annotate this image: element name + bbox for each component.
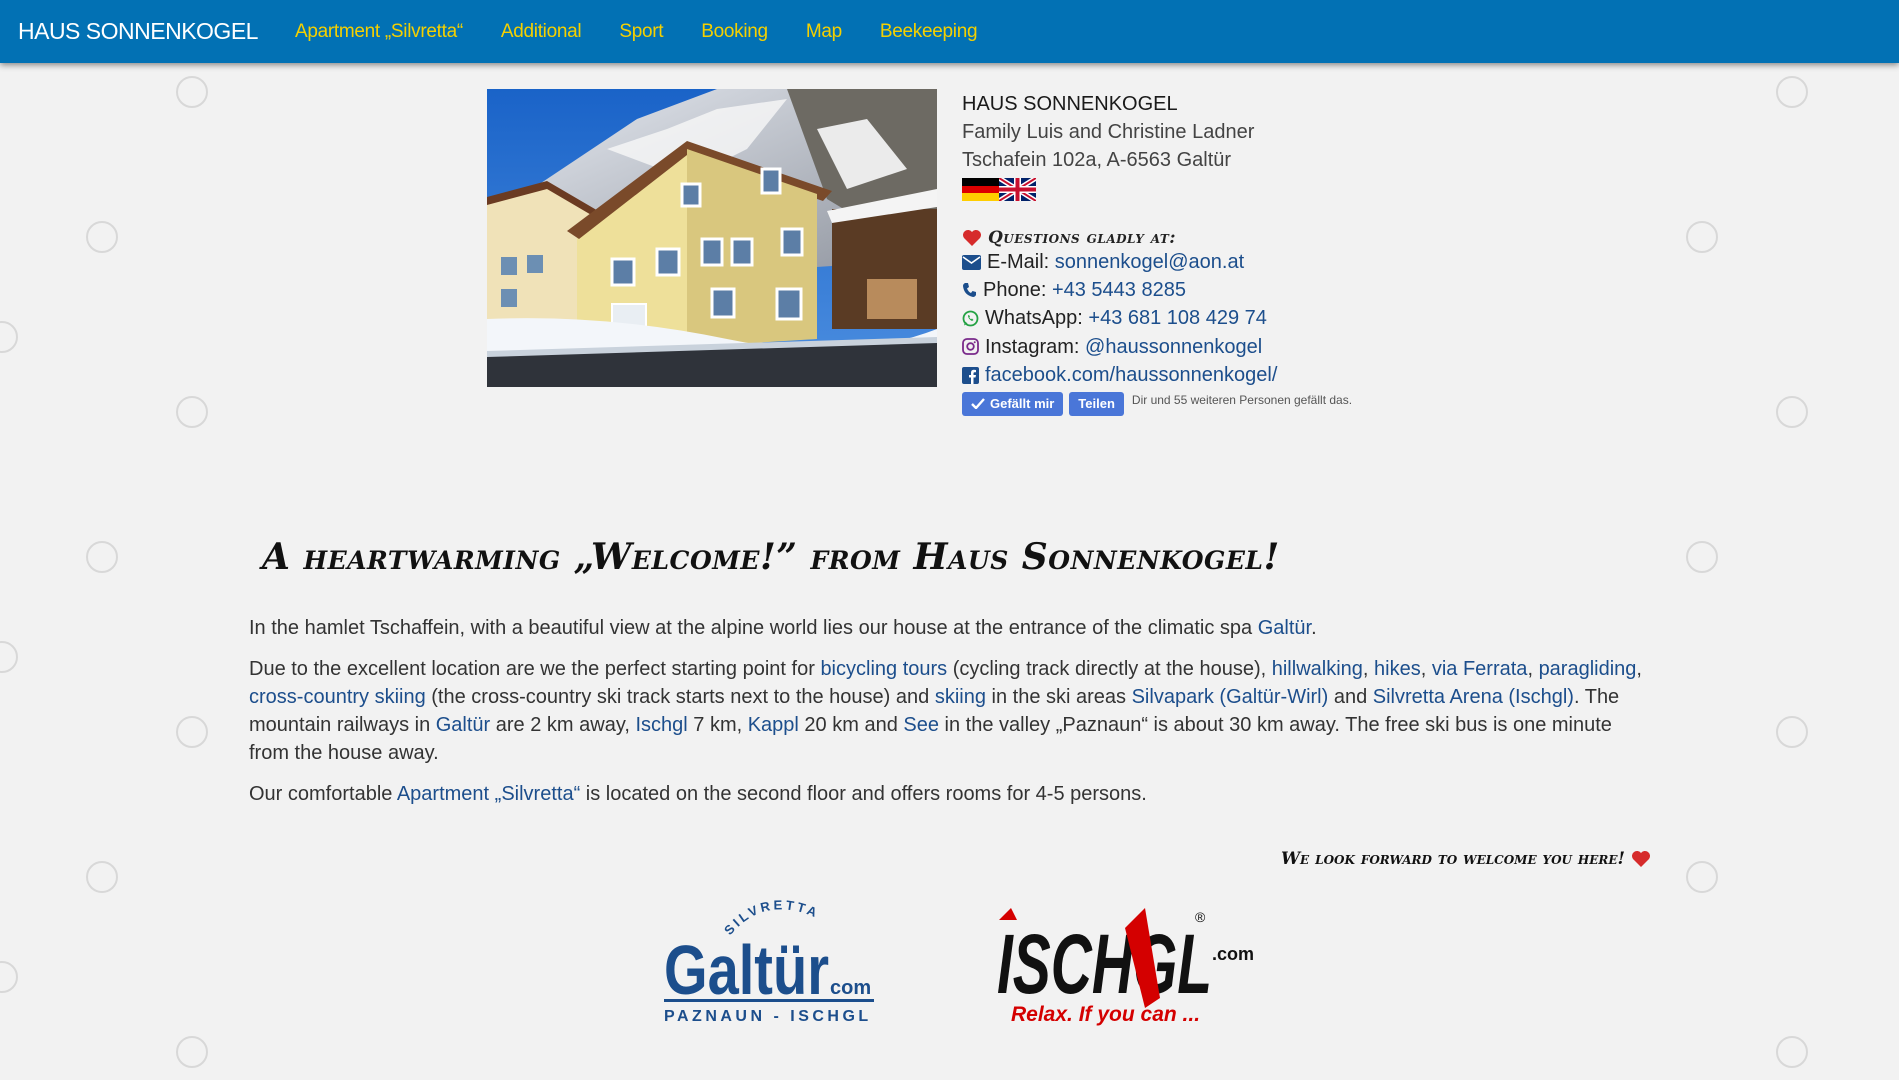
heart-icon <box>963 230 981 246</box>
email-row: E-Mail: sonnenkogel@aon.at <box>962 248 1244 276</box>
welcome-heading: A heartwarming „Welcome!” from Haus Sonn… <box>262 536 1280 578</box>
facebook-link[interactable]: facebook.com/haussonnenkogel/ <box>985 361 1277 389</box>
phone-icon <box>963 283 976 297</box>
facebook-icon <box>962 366 979 384</box>
email-link[interactable]: sonnenkogel@aon.at <box>1055 248 1244 276</box>
house-photo <box>487 89 937 387</box>
via-ferrata-link[interactable]: via Ferrata <box>1432 658 1528 680</box>
whatsapp-row: WhatsApp: +43 681 108 429 74 <box>962 304 1267 332</box>
ischgl-logo[interactable]: ISCHGL ® .com Relax. If you can ... <box>995 898 1260 1028</box>
nav-item-apartment[interactable]: Apartment „Silvretta“ <box>295 21 463 43</box>
svg-text:®: ® <box>1195 909 1206 925</box>
silvretta-arena-link[interactable]: Silvretta Arena (Ischgl) <box>1373 686 1574 708</box>
hikes-link[interactable]: hikes <box>1374 658 1421 680</box>
contact-address: Tschafein 102a, A-6563 Galtür <box>962 149 1232 171</box>
fb-like-count: Dir und 55 weiteren Personen gefällt das… <box>1131 392 1353 407</box>
galtur-railway-link[interactable]: Galtür <box>436 714 490 736</box>
whatsapp-link[interactable]: +43 681 108 429 74 <box>1088 304 1267 332</box>
svg-text:Galtür: Galtür <box>664 931 829 1009</box>
fb-share-button[interactable]: Teilen <box>1069 391 1124 416</box>
hillwalking-link[interactable]: hillwalking <box>1272 658 1363 680</box>
heart-icon <box>1632 851 1650 867</box>
language-flags <box>962 175 1402 203</box>
instagram-icon <box>962 338 979 355</box>
instagram-link[interactable]: @haussonnenkogel <box>1085 333 1262 361</box>
facebook-widget: Gefällt mir Teilen Dir und 55 weiteren P… <box>962 391 1402 416</box>
svg-text:PAZNAUN - ISCHGL: PAZNAUN - ISCHGL <box>664 1008 872 1025</box>
whatsapp-icon <box>962 310 979 326</box>
envelope-icon <box>962 254 981 270</box>
site-brand[interactable]: HAUS SONNENKOGEL <box>18 18 258 45</box>
lookforward-text: We look forward to welcome you here! <box>1281 849 1651 869</box>
svg-text:ISCHGL: ISCHGL <box>997 917 1212 1011</box>
contact-block: HAUS SONNENKOGEL Family Luis and Christi… <box>962 90 1402 416</box>
phone-row: Phone: +43 5443 8285 <box>962 276 1186 304</box>
kappl-link[interactable]: Kappl <box>748 714 799 736</box>
flag-en-icon[interactable] <box>997 175 1038 203</box>
navbar: HAUS SONNENKOGEL Apartment „Silvretta“ A… <box>0 0 1899 63</box>
nav-item-booking[interactable]: Booking <box>701 21 768 43</box>
instagram-row: Instagram: @haussonnenkogel <box>962 333 1262 361</box>
bicycling-link[interactable]: bicycling tours <box>820 658 947 680</box>
contact-family: Family Luis and Christine Ladner <box>962 121 1255 143</box>
flag-de-icon[interactable] <box>962 177 999 201</box>
fb-like-button[interactable]: Gefällt mir <box>962 391 1064 416</box>
galtur-link[interactable]: Galtür <box>1258 617 1311 639</box>
skiing-link[interactable]: skiing <box>935 686 986 708</box>
svg-text:Relax. If you can ...: Relax. If you can ... <box>1011 1003 1200 1026</box>
apartment-paragraph: Our comfortable Apartment „Silvretta“ is… <box>249 783 1147 805</box>
see-link[interactable]: See <box>903 714 939 736</box>
contact-name: HAUS SONNENKOGEL <box>962 93 1178 115</box>
questions-heading: Questions gladly at: <box>962 228 1402 248</box>
paragliding-link[interactable]: paragliding <box>1539 658 1637 680</box>
svg-text:com: com <box>830 977 871 999</box>
nav-item-map[interactable]: Map <box>806 21 842 43</box>
check-icon <box>971 398 985 409</box>
welcome-content: In the hamlet Tschaffein, with a beautif… <box>249 614 1654 821</box>
galtur-logo[interactable]: SILVRETTA Galtür com PAZNAUN - ISCHGL <box>662 896 882 1028</box>
facebook-row: facebook.com/haussonnenkogel/ <box>962 361 1277 389</box>
phone-link[interactable]: +43 5443 8285 <box>1052 276 1186 304</box>
nav-item-sport[interactable]: Sport <box>619 21 663 43</box>
silvapark-link[interactable]: Silvapark (Galtür-Wirl) <box>1132 686 1329 708</box>
intro-paragraph: In the hamlet Tschaffein, with a beautif… <box>249 617 1317 639</box>
ischgl-link[interactable]: Ischgl <box>635 714 687 736</box>
nav-item-beekeeping[interactable]: Beekeeping <box>880 21 978 43</box>
svg-text:.com: .com <box>1212 944 1254 964</box>
apartment-link[interactable]: Apartment „Silvretta“ <box>397 783 580 805</box>
cross-country-link[interactable]: cross-country skiing <box>249 686 426 708</box>
nav-item-additional[interactable]: Additional <box>501 21 582 43</box>
location-paragraph: Due to the excellent location are we the… <box>249 658 1642 764</box>
